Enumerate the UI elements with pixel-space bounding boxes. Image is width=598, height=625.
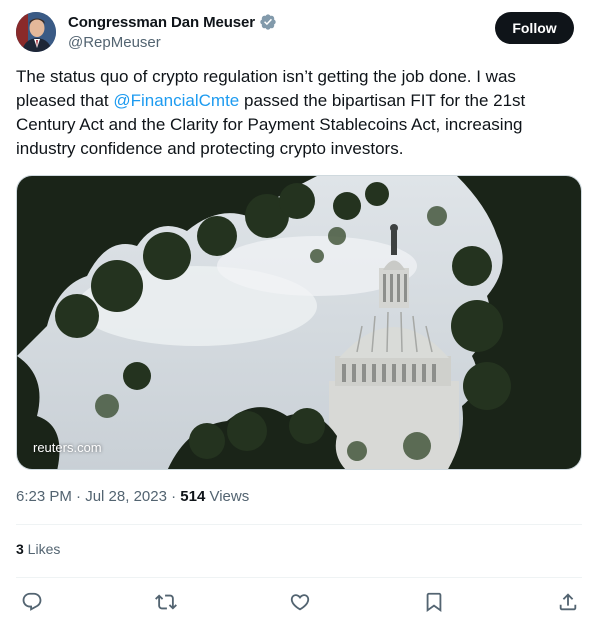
likes-count: 3 (16, 541, 24, 557)
link-preview-card[interactable]: reuters.com (16, 175, 582, 470)
reply-button[interactable] (20, 590, 44, 614)
tweet-header: Congressman Dan Meuser @RepMeuser Follow (16, 12, 574, 54)
meta-separator: · (71, 488, 86, 505)
views-label: Views (205, 488, 250, 505)
tweet-text: The status quo of crypto regulation isn’… (16, 65, 576, 161)
capitol-dome-photo (17, 176, 581, 469)
author-handle[interactable]: @RepMeuser (68, 34, 277, 51)
repost-icon (155, 594, 177, 610)
repost-button[interactable] (154, 590, 178, 614)
bookmark-icon (426, 592, 442, 613)
follow-button[interactable]: Follow (495, 12, 574, 44)
tweet-meta: 6:23 PM · Jul 28, 2023 · 514 Views (16, 488, 249, 505)
tweet: Congressman Dan Meuser @RepMeuser Follow… (0, 0, 598, 625)
like-icon (290, 594, 310, 611)
divider (16, 577, 582, 578)
reply-icon (22, 592, 42, 611)
share-button[interactable] (556, 590, 580, 614)
avatar[interactable] (16, 12, 56, 52)
share-icon (559, 593, 577, 611)
mention-link[interactable]: @FinancialCmte (113, 91, 239, 110)
bookmark-button[interactable] (422, 590, 446, 614)
views-count: 514 (180, 488, 206, 505)
author-names: Congressman Dan Meuser @RepMeuser (68, 12, 277, 51)
author-display-name[interactable]: Congressman Dan Meuser (68, 14, 255, 31)
link-source-label: reuters.com (33, 440, 102, 455)
tweet-time[interactable]: 6:23 PM (16, 488, 72, 505)
tweet-date[interactable]: Jul 28, 2023 (85, 488, 167, 505)
likes-label: Likes (23, 541, 61, 557)
meta-separator: · (166, 488, 181, 505)
likes-summary[interactable]: 3 Likes (16, 541, 60, 557)
action-bar (0, 590, 598, 614)
display-name-row: Congressman Dan Meuser (68, 12, 277, 32)
like-button[interactable] (288, 590, 312, 614)
divider (16, 524, 582, 525)
verified-badge-icon[interactable] (259, 13, 277, 31)
